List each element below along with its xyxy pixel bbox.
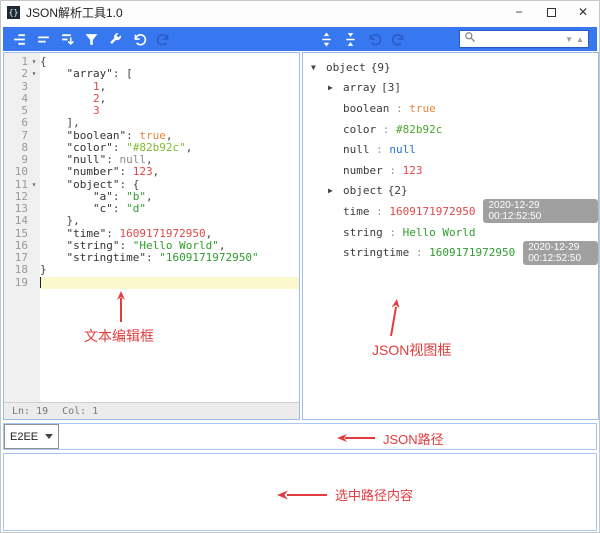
search-icon (464, 30, 476, 48)
path-mode-value: E2EE (10, 431, 38, 443)
search-box: ▼▲ (459, 30, 589, 48)
app-icon: {} (7, 6, 20, 19)
path-mode-select[interactable]: E2EE (4, 424, 59, 449)
main-split: 1▾{2▾ "array": [3 1,4 2,5 36 ],7 "boolea… (3, 52, 599, 420)
search-prev-icon[interactable]: ▲ (576, 35, 584, 44)
status-bar: Ln: 19 Col: 1 (4, 402, 299, 419)
collapse-node-icon[interactable]: ▼ (311, 63, 326, 72)
fix-wrench-icon[interactable] (108, 32, 123, 47)
window-title: JSON解析工具1.0 (26, 4, 123, 21)
maximize-icon (547, 8, 556, 17)
close-button[interactable]: ✕ (567, 1, 599, 23)
line-number: 3 (4, 81, 40, 93)
fold-spacer (28, 264, 40, 276)
fold-spacer (28, 130, 40, 142)
tree-leaf[interactable]: null : null (303, 139, 598, 160)
timestamp-badge: 2020-12-29 00:12:52:50 (483, 199, 598, 223)
filter-icon[interactable] (84, 32, 99, 47)
clear-icon[interactable] (60, 32, 75, 47)
fold-spacer (28, 277, 40, 289)
fold-spacer (28, 166, 40, 178)
line-number: 19 (4, 277, 40, 289)
maximize-button[interactable] (535, 1, 567, 23)
title-bar: {} JSON解析工具1.0 − ✕ (1, 1, 599, 23)
expand-node-icon[interactable]: ▶ (328, 186, 343, 195)
compact-icon[interactable] (36, 32, 51, 47)
fold-spacer (28, 240, 40, 252)
fold-spacer (28, 93, 40, 105)
fold-marker-icon[interactable]: ▾ (28, 179, 40, 191)
editor-line[interactable]: 19 (4, 277, 299, 289)
line-number: 7 (4, 130, 40, 142)
line-number: 18 (4, 264, 40, 276)
toolbar: ▼▲ (3, 27, 597, 51)
minimize-button[interactable]: − (503, 1, 535, 23)
selected-content-panel[interactable] (3, 453, 597, 531)
fold-spacer (28, 252, 40, 264)
collapse-all-icon[interactable] (343, 32, 358, 47)
tree-redo-icon[interactable] (391, 32, 406, 47)
text-cursor (40, 277, 41, 288)
redo-icon[interactable] (156, 32, 171, 47)
line-number: 10 (4, 166, 40, 178)
tree-undo-icon[interactable] (367, 32, 382, 47)
line-number: 11▾ (4, 179, 40, 191)
timestamp-badge: 2020-12-29 00:12:52:50 (523, 241, 598, 265)
expand-node-icon[interactable]: ▶ (328, 83, 343, 92)
format-icon[interactable] (12, 32, 27, 47)
fold-spacer (28, 228, 40, 240)
json-path-input[interactable] (59, 424, 596, 449)
status-line: Ln: 19 (12, 406, 48, 417)
tree-leaf[interactable]: boolean : true (303, 98, 598, 119)
tree-leaf[interactable]: stringtime : 16091719729502020-12-29 00:… (303, 242, 598, 263)
undo-icon[interactable] (132, 32, 147, 47)
editor-line[interactable]: 17 "stringtime": "1609171972950" (4, 252, 299, 264)
fold-marker-icon[interactable]: ▾ (28, 68, 40, 80)
chevron-down-icon (45, 434, 53, 439)
json-path-bar: E2EE (3, 423, 597, 450)
fold-spacer (28, 81, 40, 93)
editor-lines[interactable]: 1▾{2▾ "array": [3 1,4 2,5 36 ],7 "boolea… (4, 53, 299, 402)
tree-branch[interactable]: ▼object{9} (303, 57, 598, 78)
editor-line[interactable]: 18} (4, 264, 299, 276)
status-col: Col: 1 (62, 406, 98, 417)
fold-spacer (28, 142, 40, 154)
tree-leaf[interactable]: number : 123 (303, 160, 598, 181)
editor-panel: 1▾{2▾ "array": [3 1,4 2,5 36 ],7 "boolea… (3, 52, 300, 420)
fold-spacer (28, 117, 40, 129)
fold-spacer (28, 105, 40, 117)
fold-spacer (28, 154, 40, 166)
tree-leaf[interactable]: time : 16091719729502020-12-29 00:12:52:… (303, 201, 598, 222)
tree-leaf[interactable]: string : Hello World (303, 222, 598, 243)
fold-spacer (28, 191, 40, 203)
fold-spacer (28, 215, 40, 227)
tree-leaf[interactable]: color : #82b92c (303, 119, 598, 140)
line-number: 14 (4, 215, 40, 227)
line-number: 15 (4, 228, 40, 240)
tree-panel[interactable]: ▼object{9}▶array[3]boolean : truecolor :… (302, 52, 599, 420)
search-next-icon[interactable]: ▼ (565, 35, 573, 44)
line-number: 6 (4, 117, 40, 129)
tree-branch[interactable]: ▶array[3] (303, 78, 598, 99)
app-window: {} JSON解析工具1.0 − ✕ (0, 0, 600, 533)
fold-spacer (28, 203, 40, 215)
expand-all-icon[interactable] (319, 32, 334, 47)
line-number: 2▾ (4, 68, 40, 80)
tree-branch[interactable]: ▶object{2} (303, 181, 598, 202)
search-input[interactable] (476, 33, 565, 45)
fold-marker-icon[interactable]: ▾ (28, 56, 40, 68)
